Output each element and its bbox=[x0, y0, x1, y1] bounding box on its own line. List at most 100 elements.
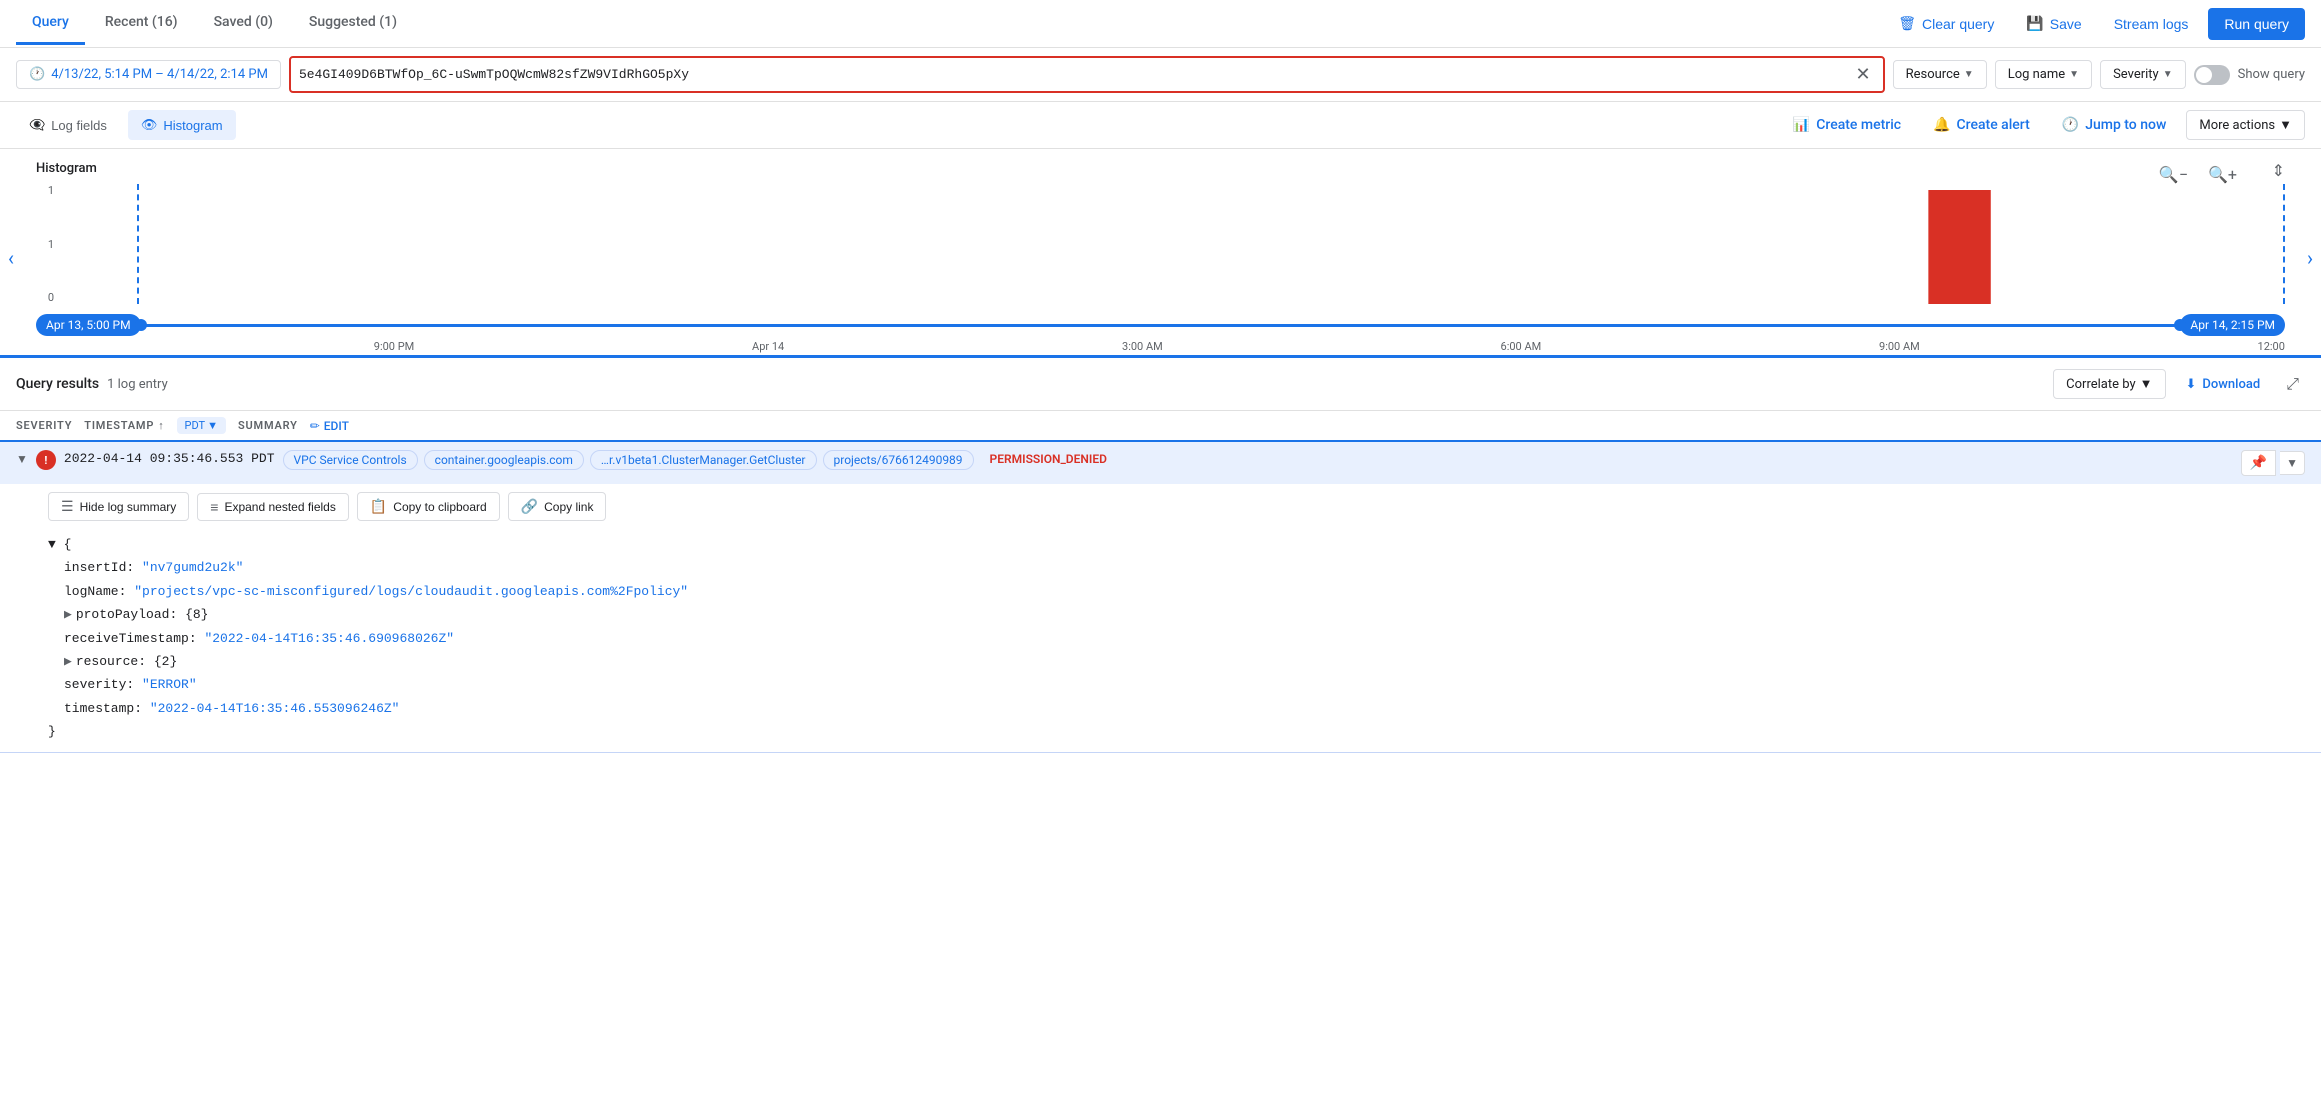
histogram-button[interactable]: 👁 Histogram bbox=[128, 110, 236, 140]
show-query-toggle-row: Show query bbox=[2194, 65, 2305, 85]
histogram-chart bbox=[56, 184, 2285, 304]
pin-button[interactable]: 📌 bbox=[2241, 450, 2276, 476]
log-detail: ☰ Hide log summary ≡ Expand nested field… bbox=[0, 484, 2321, 752]
log-entry-header: ▼ ! 2022-04-14 09:35:46.553 PDT VPC Serv… bbox=[0, 442, 2321, 484]
y-axis-mid: 1 bbox=[36, 238, 54, 251]
log-tag-project[interactable]: projects/676612490989 bbox=[823, 450, 974, 470]
search-box[interactable]: ✕ bbox=[289, 56, 1885, 93]
sort-asc-icon: ↑ bbox=[158, 419, 164, 432]
log-entry: ▼ ! 2022-04-14 09:35:46.553 PDT VPC Serv… bbox=[0, 442, 2321, 753]
tab-saved[interactable]: Saved (0) bbox=[198, 2, 289, 45]
toolbar-row: 👁‍🗨 Log fields 👁 Histogram 📊 Create metr… bbox=[0, 102, 2321, 149]
clear-search-icon[interactable]: ✕ bbox=[1852, 62, 1875, 87]
col-summary-header: SUMMARY bbox=[238, 419, 298, 432]
histogram-next-button[interactable]: › bbox=[2307, 246, 2313, 270]
fullscreen-button[interactable]: ⤢ bbox=[2280, 368, 2305, 400]
top-actions: 🗑 Clear query 💾 Save Stream logs Run que… bbox=[1886, 7, 2305, 40]
severity-icon: ! bbox=[36, 450, 56, 470]
tab-recent[interactable]: Recent (16) bbox=[89, 2, 194, 45]
log-pin-actions: 📌 ▼ bbox=[2241, 450, 2305, 476]
download-button[interactable]: ⬇ Download bbox=[2174, 371, 2273, 398]
log-fields-button[interactable]: 👁‍🗨 Log fields bbox=[16, 110, 120, 140]
search-row: 🕐 4/13/22, 5:14 PM – 4/14/22, 2:14 PM ✕ … bbox=[0, 48, 2321, 102]
resource-filter[interactable]: Resource ▼ bbox=[1893, 60, 1987, 89]
clock-icon: 🕐 bbox=[29, 67, 45, 82]
log-json-resource: ▶resource: {2} bbox=[48, 650, 2305, 673]
trash-icon: 🗑 bbox=[1898, 15, 1916, 32]
run-query-button[interactable]: Run query bbox=[2208, 8, 2305, 40]
search-input[interactable] bbox=[299, 67, 1852, 82]
expand-histogram-button[interactable]: ⇕ bbox=[2272, 161, 2285, 180]
create-alert-button[interactable]: 🔔 Create alert bbox=[1921, 111, 2042, 139]
log-tag-vpc[interactable]: VPC Service Controls bbox=[283, 450, 418, 470]
y-axis-bot: 0 bbox=[36, 291, 54, 304]
copy-link-button[interactable]: 🔗 Copy link bbox=[508, 492, 607, 521]
save-icon: 💾 bbox=[2026, 15, 2043, 32]
results-title: Query results bbox=[16, 376, 99, 392]
top-nav: Query Recent (16) Saved (0) Suggested (1… bbox=[0, 0, 2321, 48]
col-severity-header: SEVERITY bbox=[16, 419, 72, 432]
chevron-down-icon: ▼ bbox=[2140, 376, 2153, 392]
log-tags: VPC Service Controls container.googleapi… bbox=[283, 450, 2233, 470]
expand-proto-payload[interactable]: ▶ bbox=[64, 607, 72, 622]
stream-logs-button[interactable]: Stream logs bbox=[2102, 8, 2201, 40]
timeline-end-label[interactable]: Apr 14, 2:15 PM bbox=[2180, 314, 2285, 336]
copy-to-clipboard-button[interactable]: 📋 Copy to clipboard bbox=[357, 492, 500, 521]
log-json-protoPayload: ▶protoPayload: {8} bbox=[48, 603, 2305, 626]
hide-summary-icon: ☰ bbox=[61, 498, 74, 515]
col-timestamp-header: TIMESTAMP ↑ bbox=[84, 419, 164, 432]
show-query-toggle[interactable] bbox=[2194, 65, 2230, 85]
clear-query-button[interactable]: 🗑 Clear query bbox=[1886, 7, 2006, 40]
toolbar-right-actions: 📊 Create metric 🔔 Create alert 🕐 Jump to… bbox=[1781, 110, 2305, 140]
download-icon: ⬇ bbox=[2186, 377, 2197, 392]
save-button[interactable]: 💾 Save bbox=[2014, 7, 2093, 40]
create-metric-button[interactable]: 📊 Create metric bbox=[1781, 111, 1913, 139]
expand-nested-fields-button[interactable]: ≡ Expand nested fields bbox=[197, 493, 349, 521]
results-actions: Correlate by ▼ ⬇ Download ⤢ bbox=[2053, 368, 2305, 400]
time-range-selector[interactable]: 🕐 4/13/22, 5:14 PM – 4/14/22, 2:14 PM bbox=[16, 60, 281, 89]
log-json: ▼ { insertId: "nv7gumd2u2k" logName: "pr… bbox=[48, 533, 2305, 744]
log-json-logName: logName: "projects/vpc-sc-misconfigured/… bbox=[48, 580, 2305, 603]
histogram-prev-button[interactable]: ‹ bbox=[8, 246, 14, 270]
more-actions-button[interactable]: More actions ▼ bbox=[2186, 110, 2305, 140]
alert-icon: 🔔 bbox=[1933, 117, 1950, 133]
table-header: SEVERITY TIMESTAMP ↑ PDT ▼ SUMMARY ✏ EDI… bbox=[0, 411, 2321, 442]
timeline-left-dot bbox=[135, 319, 147, 331]
log-fields-icon: 👁‍🗨 bbox=[29, 117, 45, 133]
tab-suggested[interactable]: Suggested (1) bbox=[293, 2, 413, 45]
severity-filter[interactable]: Severity ▼ bbox=[2100, 60, 2186, 89]
chevron-down-icon: ▼ bbox=[2163, 69, 2173, 80]
expand-resource[interactable]: ▶ bbox=[64, 654, 72, 669]
y-axis-top: 1 bbox=[36, 184, 54, 197]
hide-log-summary-button[interactable]: ☰ Hide log summary bbox=[48, 492, 189, 521]
toggle-knob bbox=[2196, 67, 2212, 83]
collapse-button[interactable]: ▼ bbox=[16, 452, 28, 466]
timezone-selector[interactable]: PDT ▼ bbox=[177, 417, 226, 434]
timeline-start-label[interactable]: Apr 13, 5:00 PM bbox=[36, 314, 141, 336]
expand-nested-icon: ≡ bbox=[210, 499, 218, 515]
histogram-section: ‹ Histogram 🔍− 🔍+ ⇕ 1 1 0 bbox=[0, 149, 2321, 355]
log-name-filter[interactable]: Log name ▼ bbox=[1995, 60, 2092, 89]
results-count: 1 log entry bbox=[107, 377, 168, 392]
log-detail-toolbar: ☰ Hide log summary ≡ Expand nested field… bbox=[48, 492, 2305, 521]
log-tag-cluster[interactable]: …r.v1beta1.ClusterManager.GetCluster bbox=[590, 450, 817, 470]
results-header: Query results 1 log entry Correlate by ▼… bbox=[0, 355, 2321, 411]
log-json-severity: severity: "ERROR" bbox=[48, 673, 2305, 696]
chevron-down-icon: ▼ bbox=[2069, 69, 2079, 80]
timeline-ticks: 9:00 PM Apr 14 3:00 AM 6:00 AM 9:00 AM 1… bbox=[36, 338, 2285, 355]
jump-to-now-button[interactable]: 🕐 Jump to now bbox=[2050, 111, 2179, 139]
jump-icon: 🕐 bbox=[2062, 117, 2079, 133]
histogram-title: Histogram bbox=[36, 161, 2285, 176]
correlate-by-button[interactable]: Correlate by ▼ bbox=[2053, 369, 2165, 399]
chevron-down-icon: ▼ bbox=[1964, 69, 1974, 80]
pin-dropdown-button[interactable]: ▼ bbox=[2280, 451, 2305, 475]
tab-query[interactable]: Query bbox=[16, 2, 85, 45]
chevron-down-icon: ▼ bbox=[2279, 117, 2292, 133]
edit-icon: ✏ bbox=[310, 419, 320, 433]
log-json-insertId: insertId: "nv7gumd2u2k" bbox=[48, 556, 2305, 579]
log-tag-container[interactable]: container.googleapis.com bbox=[424, 450, 584, 470]
log-json-timestamp: timestamp: "2022-04-14T16:35:46.55309624… bbox=[48, 697, 2305, 720]
edit-columns-button[interactable]: ✏ EDIT bbox=[310, 419, 349, 433]
log-timestamp: 2022-04-14 09:35:46.553 PDT bbox=[64, 451, 275, 466]
log-tag-error: PERMISSION_DENIED bbox=[980, 450, 1117, 468]
